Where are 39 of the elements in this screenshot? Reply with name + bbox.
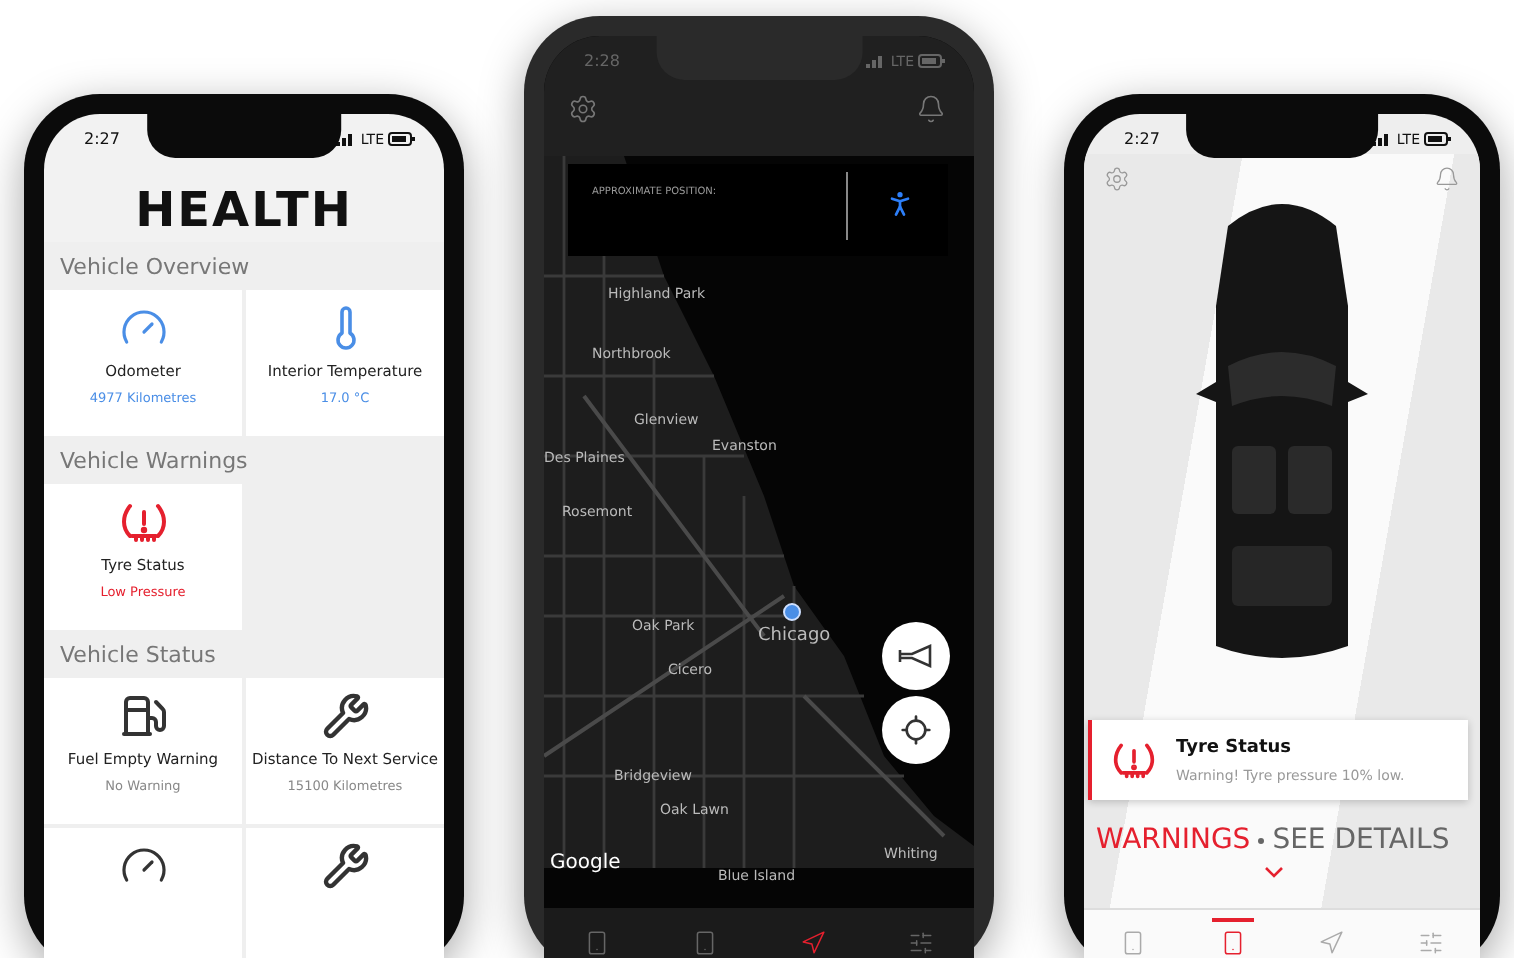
- settings-icon[interactable]: [1104, 166, 1130, 192]
- nav-tab[interactable]: [1211, 918, 1254, 958]
- status-tile[interactable]: [246, 828, 444, 958]
- notification-title: Tyre Status: [1176, 737, 1294, 757]
- navigation-arrow-icon: [1318, 930, 1345, 956]
- settings-icon[interactable]: [568, 94, 598, 124]
- fuel-pump-icon: [119, 692, 167, 740]
- locate-button[interactable]: [882, 696, 950, 764]
- status-time: 2:27: [1124, 130, 1160, 148]
- sliders-icon: [1417, 930, 1444, 956]
- signal-icon: [866, 54, 887, 68]
- bell-icon[interactable]: [1434, 166, 1460, 192]
- navigation-arrow-icon: [799, 929, 826, 955]
- bell-icon[interactable]: [916, 94, 946, 124]
- battery-icon: [918, 54, 946, 68]
- wrench-icon: [321, 692, 369, 740]
- location-dot-icon: [782, 602, 802, 622]
- horn-icon: [898, 644, 934, 668]
- page-title: HEALTH: [133, 182, 355, 238]
- status-tile[interactable]: [44, 828, 242, 958]
- status-time: 2:28: [584, 52, 620, 70]
- battery-icon: [1424, 132, 1452, 146]
- crosshair-icon: [900, 714, 932, 746]
- wrench-icon: [321, 842, 369, 890]
- section-link[interactable]: WARNINGS: [1096, 824, 1251, 856]
- phone-icon: [692, 929, 719, 955]
- signal-icon: [336, 132, 357, 146]
- battery-icon: [388, 132, 416, 146]
- tyre-warning-icon: [1112, 738, 1156, 782]
- status-time: 2:27: [84, 130, 120, 148]
- tyre-warning-icon: [119, 498, 167, 546]
- signal-icon: [1372, 132, 1393, 146]
- chevron-down-icon[interactable]: [1264, 866, 1284, 878]
- section-link[interactable]: SEE DETAILS: [1272, 824, 1450, 856]
- map-attribution: Google: [550, 852, 621, 874]
- map-place-label: Chicago: [758, 626, 831, 646]
- horn-button[interactable]: [882, 622, 950, 690]
- sliders-icon: [907, 929, 934, 955]
- phone-icon: [1219, 930, 1246, 956]
